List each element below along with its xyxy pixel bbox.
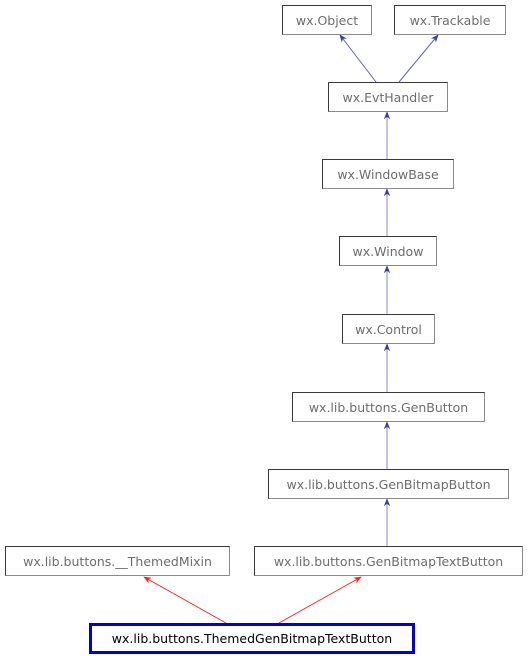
node-wx-control[interactable]: wx.Control	[342, 314, 435, 344]
node-themedgenbitmaptextbutton[interactable]: wx.lib.buttons.ThemedGenBitmapTextButton	[89, 623, 415, 654]
edge-evthandler-to-trackable	[398, 34, 439, 83]
node-wx-trackable[interactable]: wx.Trackable	[394, 5, 506, 35]
node-wx-window[interactable]: wx.Window	[339, 236, 437, 266]
node-genbutton[interactable]: wx.lib.buttons.GenButton	[292, 392, 485, 422]
node-wx-object[interactable]: wx.Object	[282, 5, 372, 35]
node-themedmixin[interactable]: wx.lib.buttons.__ThemedMixin	[5, 546, 230, 576]
node-wx-evthandler[interactable]: wx.EvtHandler	[328, 82, 448, 112]
node-genbitmapbutton[interactable]: wx.lib.buttons.GenBitmapButton	[268, 469, 509, 499]
node-wx-windowbase[interactable]: wx.WindowBase	[322, 159, 454, 189]
edge-target-to-themedmixin	[143, 576, 227, 624]
edge-evthandler-to-object	[339, 34, 377, 83]
edge-target-to-genbitmaptextbutton	[278, 576, 362, 624]
node-genbitmaptextbutton[interactable]: wx.lib.buttons.GenBitmapTextButton	[254, 546, 523, 576]
